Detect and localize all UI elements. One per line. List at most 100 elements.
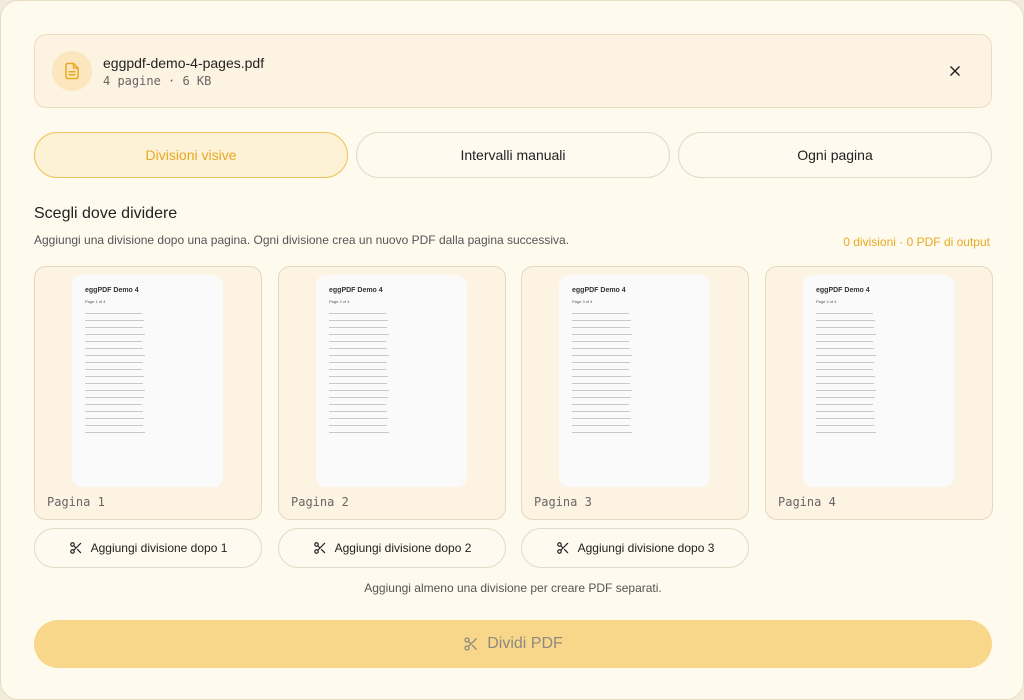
scissors-icon: [313, 542, 325, 554]
thumbnail-text-line: [816, 376, 875, 377]
remove-file-button[interactable]: [943, 59, 967, 83]
page-card-3[interactable]: eggPDF Demo 4 Page 3 of 4 Pagina 3: [521, 266, 749, 520]
close-icon: [950, 66, 960, 76]
thumbnail-text-line: [816, 383, 874, 384]
thumbnail-text-line: [85, 341, 142, 342]
thumbnail-text-line: [572, 362, 630, 363]
thumbnail-text-line: [572, 334, 632, 335]
thumbnail-text-line: [329, 327, 387, 328]
scissors-icon: [556, 542, 568, 554]
thumbnail-text-line: [85, 313, 142, 314]
thumbnail-text-lines: [329, 313, 389, 439]
thumbnail-text-line: [329, 425, 387, 426]
thumbnail-text-line: [329, 313, 386, 314]
thumbnail-text-line: [85, 411, 143, 412]
thumbnail-text-line: [85, 418, 144, 419]
thumbnail-text-line: [816, 397, 875, 398]
thumbnail-text-line: [329, 348, 387, 349]
thumbnail-text-line: [572, 327, 630, 328]
add-split-after-2-button[interactable]: Aggiungi divisione dopo 2: [278, 528, 506, 568]
thumbnail-text-line: [85, 425, 143, 426]
tab-intervalli-manuali[interactable]: Intervalli manuali: [356, 132, 670, 178]
thumbnail-title: eggPDF Demo 4: [85, 287, 139, 294]
thumbnail-text-line: [329, 390, 389, 391]
page-label: Pagina 1: [47, 495, 105, 509]
thumbnail-text-line: [816, 411, 874, 412]
thumbnail-text-line: [329, 376, 388, 377]
thumbnail-text-line: [572, 355, 632, 356]
thumbnail-text-lines: [816, 313, 876, 439]
thumbnail-text-line: [329, 418, 388, 419]
page-card-4[interactable]: eggPDF Demo 4 Page 4 of 4 Pagina 4: [765, 266, 993, 520]
thumbnail-text-line: [572, 418, 631, 419]
thumbnail-text-lines: [572, 313, 632, 439]
thumbnail-text-line: [816, 327, 874, 328]
thumbnail-text-line: [572, 383, 630, 384]
tab-ogni-pagina[interactable]: Ogni pagina: [678, 132, 992, 178]
split-pdf-label: Dividi PDF: [487, 635, 563, 652]
thumbnail-text-line: [816, 320, 875, 321]
thumbnail-text-line: [572, 341, 629, 342]
page-label: Pagina 4: [778, 495, 836, 509]
thumbnail-text-line: [572, 411, 630, 412]
thumbnail-text-line: [329, 369, 386, 370]
section-description: Aggiungi una divisione dopo una pagina. …: [34, 233, 570, 247]
section-title: Scegli dove dividere: [34, 205, 178, 222]
thumbnail-text-line: [85, 334, 145, 335]
thumbnail-text-line: [85, 390, 145, 391]
page-card-2[interactable]: eggPDF Demo 4 Page 2 of 4 Pagina 2: [278, 266, 506, 520]
thumbnail-text-line: [85, 320, 144, 321]
thumbnail-text-line: [85, 327, 143, 328]
page-label: Pagina 3: [534, 495, 592, 509]
scissors-icon: [69, 542, 81, 554]
thumbnail-text-line: [329, 411, 387, 412]
page-label: Pagina 2: [291, 495, 349, 509]
thumbnail-subtitle: Page 2 of 4: [329, 299, 350, 304]
thumbnail-title: eggPDF Demo 4: [572, 287, 626, 294]
thumbnail-text-line: [329, 397, 388, 398]
file-icon-badge: [52, 51, 92, 91]
thumbnail-text-line: [816, 369, 873, 370]
scissors-icon: [464, 637, 478, 651]
mode-tabs: Divisioni visive Intervalli manuali Ogni…: [34, 132, 992, 178]
file-text-icon: [65, 62, 79, 80]
thumbnail-text-line: [329, 355, 389, 356]
page-thumbnail: eggPDF Demo 4 Page 4 of 4: [803, 275, 954, 487]
add-split-after-3-button[interactable]: Aggiungi divisione dopo 3: [521, 528, 749, 568]
thumbnail-text-line: [816, 348, 874, 349]
page-thumbnail: eggPDF Demo 4 Page 3 of 4: [559, 275, 710, 487]
thumbnail-text-line: [816, 334, 876, 335]
thumbnail-text-line: [572, 376, 631, 377]
thumbnail-text-line: [572, 369, 629, 370]
thumbnail-text-line: [85, 404, 142, 405]
thumbnail-text-line: [329, 341, 386, 342]
file-name: eggpdf-demo-4-pages.pdf: [103, 55, 265, 71]
page-thumbnail: eggPDF Demo 4 Page 2 of 4: [316, 275, 467, 487]
file-card: eggpdf-demo-4-pages.pdf 4 pagine · 6 KB: [34, 34, 992, 108]
tab-divisioni-visive[interactable]: Divisioni visive: [34, 132, 348, 178]
hint-text: Aggiungi almeno una divisione per creare…: [364, 581, 662, 595]
thumbnail-text-line: [816, 432, 876, 433]
thumbnail-text-line: [85, 369, 142, 370]
thumbnail-text-line: [572, 404, 629, 405]
split-summary: 0 divisioni · 0 PDF di output: [843, 235, 990, 249]
thumbnail-text-line: [329, 320, 388, 321]
split-button-label: Aggiungi divisione dopo 2: [334, 541, 472, 555]
split-panel: eggpdf-demo-4-pages.pdf 4 pagine · 6 KB …: [0, 0, 1024, 700]
file-meta: 4 pagine · 6 KB: [103, 74, 212, 88]
page-card-1[interactable]: eggPDF Demo 4 Page 1 of 4 Pagina 1: [34, 266, 262, 520]
thumbnail-text-line: [816, 404, 873, 405]
thumbnail-text-line: [572, 432, 632, 433]
add-split-after-1-button[interactable]: Aggiungi divisione dopo 1: [34, 528, 262, 568]
thumbnail-text-line: [85, 355, 145, 356]
thumbnail-text-line: [572, 397, 631, 398]
thumbnail-text-line: [816, 341, 873, 342]
thumbnail-text-line: [816, 313, 873, 314]
thumbnail-text-line: [816, 355, 876, 356]
split-pdf-button[interactable]: Dividi PDF: [34, 620, 992, 668]
thumbnail-text-line: [329, 383, 387, 384]
thumbnail-text-line: [85, 348, 143, 349]
thumbnail-text-line: [329, 334, 389, 335]
thumbnail-text-line: [85, 432, 145, 433]
thumbnail-text-line: [572, 348, 630, 349]
